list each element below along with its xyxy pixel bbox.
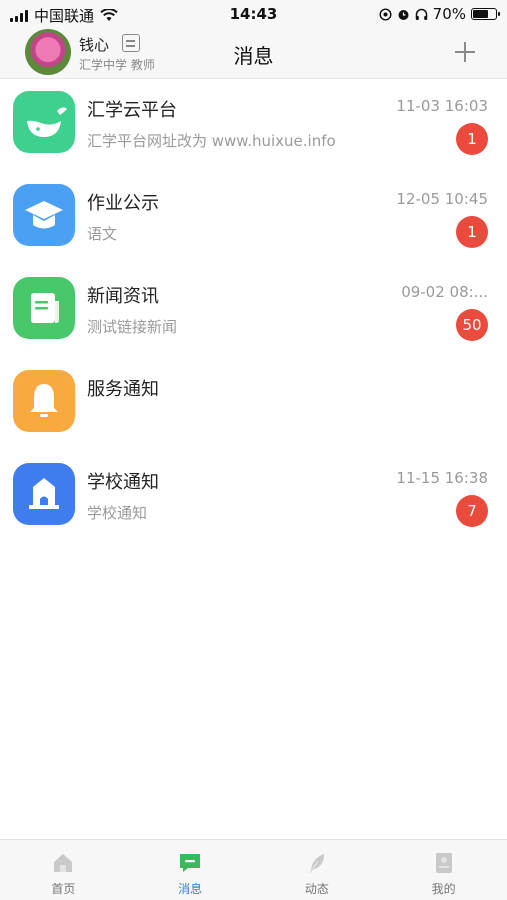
message-preview: 测试链接新闻: [87, 318, 178, 336]
add-button[interactable]: [453, 40, 477, 64]
app-header: 钱心 汇学中学 教师 消息: [0, 28, 507, 79]
feather-icon: [309, 854, 324, 874]
message-title: 学校通知: [87, 472, 159, 493]
bell-icon: [13, 370, 75, 432]
message-title: 作业公示: [87, 193, 159, 214]
tab-activity[interactable]: 动态: [254, 840, 381, 900]
message-title: 新闻资讯: [87, 286, 159, 307]
page-title: 消息: [233, 44, 274, 68]
school-building-icon: [13, 463, 75, 525]
tab-label: 首页: [51, 882, 76, 896]
tab-profile[interactable]: 我的: [380, 840, 507, 900]
headphones-icon: [415, 8, 427, 20]
tab-label: 动态: [304, 882, 329, 896]
message-preview: 汇学平台网址改为 www.huixue.info: [87, 132, 336, 150]
battery-icon: [471, 8, 500, 20]
alarm-icon: [398, 9, 409, 20]
bottom-tab-bar: 首页 消息 动态 我的: [0, 839, 507, 900]
message-list: 汇学云平台 11-03 16:03 汇学平台网址改为 www.huixue.in…: [0, 80, 507, 545]
message-item-school[interactable]: 学校通知 11-15 16:38 学校通知 7: [0, 452, 507, 545]
tab-messages[interactable]: 消息: [127, 840, 254, 900]
newspaper-icon: [13, 277, 75, 339]
profile-icon: [435, 853, 452, 873]
message-preview: 学校通知: [87, 504, 148, 522]
message-preview: 语文: [87, 225, 118, 243]
message-time: 11-15 16:38: [396, 469, 488, 487]
message-title: 汇学云平台: [87, 100, 177, 121]
unread-badge: 50: [456, 309, 488, 341]
battery-percent: 70%: [432, 5, 466, 23]
home-icon: [54, 854, 73, 872]
unread-badge: 7: [456, 495, 488, 527]
tab-home[interactable]: 首页: [0, 840, 127, 900]
graduation-cap-icon: [13, 184, 75, 246]
chat-icon: [180, 854, 201, 872]
tab-label: 消息: [178, 882, 203, 896]
tab-label: 我的: [431, 882, 456, 896]
message-title: 服务通知: [87, 379, 159, 400]
unread-badge: 1: [456, 216, 488, 248]
message-item-cloud-platform[interactable]: 汇学云平台 11-03 16:03 汇学平台网址改为 www.huixue.in…: [0, 80, 507, 173]
status-right: 70%: [379, 5, 500, 23]
status-bar: 中国联通 14:43 70%: [0, 0, 507, 28]
unread-badge: 1: [456, 123, 488, 155]
message-time: 12-05 10:45: [396, 190, 488, 208]
message-time: 09-02 08:...: [401, 283, 488, 301]
whale-cloud-icon: [13, 91, 75, 153]
message-item-service[interactable]: 服务通知: [0, 359, 507, 452]
message-item-homework[interactable]: 作业公示 12-05 10:45 语文 1: [0, 173, 507, 266]
orientation-lock-icon: [379, 7, 392, 21]
message-item-news[interactable]: 新闻资讯 09-02 08:... 测试链接新闻 50: [0, 266, 507, 359]
message-time: 11-03 16:03: [396, 97, 488, 115]
